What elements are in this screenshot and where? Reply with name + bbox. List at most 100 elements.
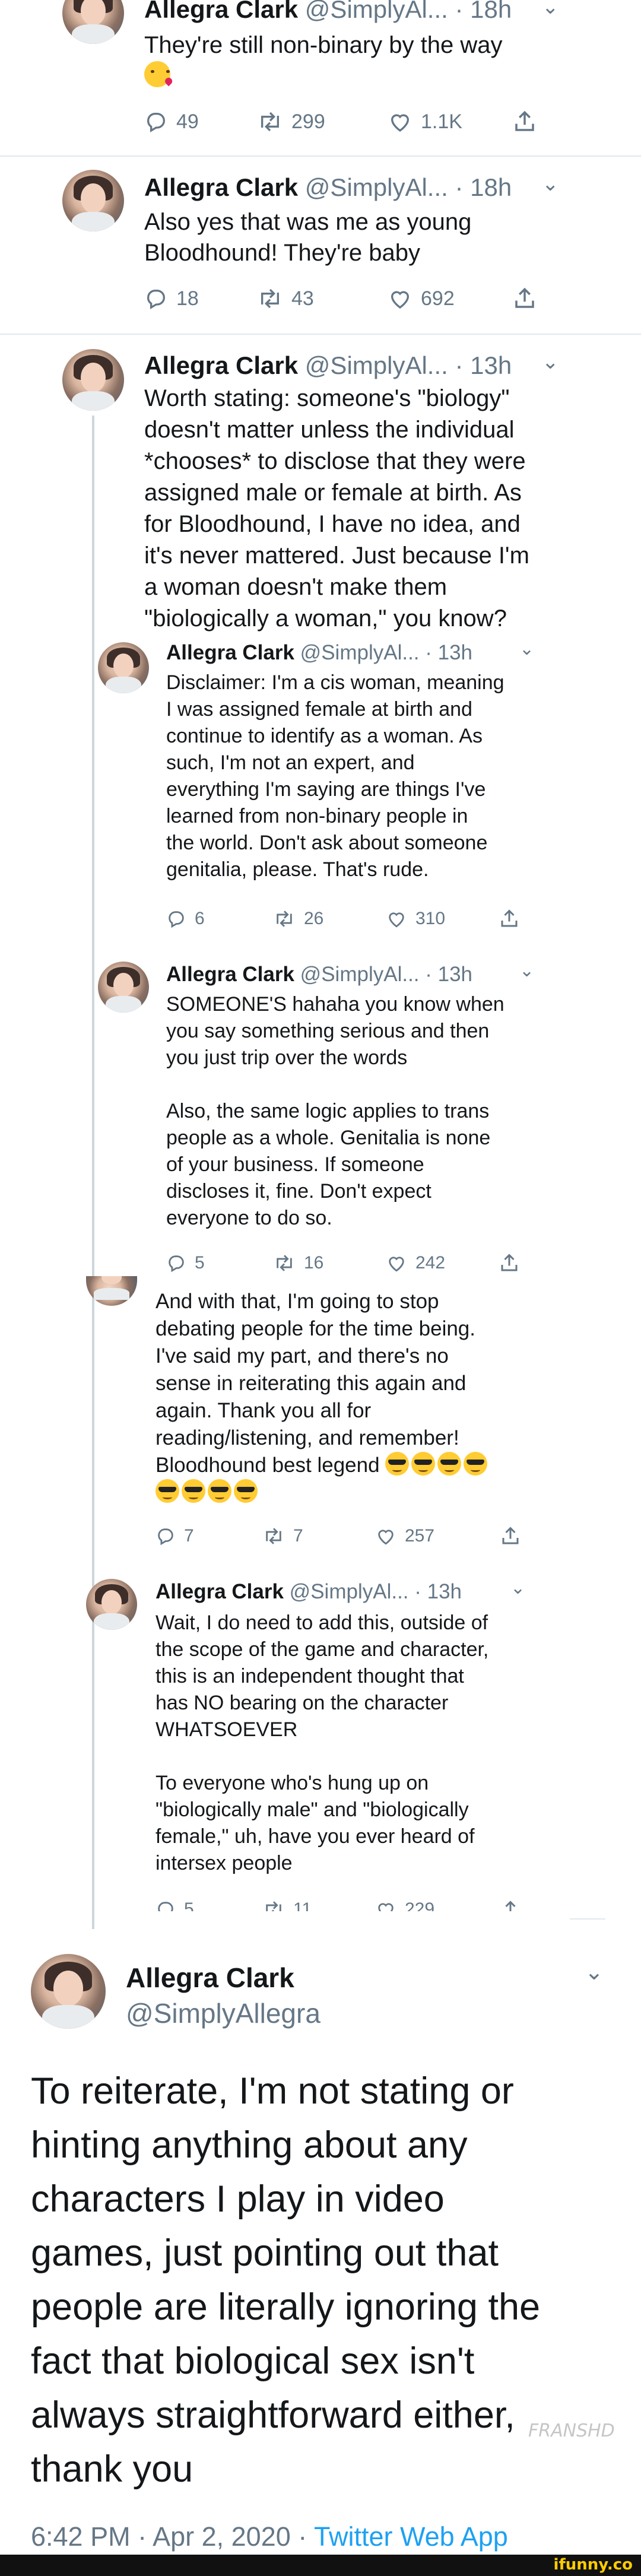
author-name[interactable]: Allegra Clark (144, 0, 298, 23)
author-handle[interactable]: @SimplyAl... (290, 1580, 409, 1603)
reply-button[interactable]: 5 (166, 1253, 273, 1273)
author-name[interactable]: Allegra Clark (144, 173, 298, 201)
like-button[interactable]: 1.1K (388, 110, 512, 134)
reply-count: 49 (176, 110, 199, 133)
avatar[interactable] (62, 349, 124, 411)
reply-icon (147, 113, 165, 132)
avatar[interactable] (31, 1954, 106, 2029)
tweet-text: Disclaimer: I'm a cis woman, meaning I w… (166, 671, 504, 881)
author-handle[interactable]: @SimplyAl... (305, 0, 448, 23)
reply-icon (169, 1255, 184, 1273)
avatar[interactable] (62, 0, 124, 44)
tweet-time[interactable]: · 13h (414, 1580, 462, 1603)
avatar[interactable] (98, 962, 149, 1013)
tweet-time[interactable]: · 13h (425, 641, 472, 664)
chevron-down-icon[interactable]: ⌄ (542, 172, 559, 196)
share-button[interactable] (500, 1899, 521, 1911)
avatar[interactable] (62, 170, 124, 231)
tweet-header: Allegra Clark @SimplyAl... · 18h (144, 173, 512, 202)
like-button[interactable]: 692 (388, 287, 512, 310)
reply-button[interactable]: 18 (144, 287, 257, 310)
share-icon (505, 1901, 516, 1911)
tweet-actions: 6 26 310 (166, 908, 520, 929)
author-name[interactable]: Allegra Clark (156, 1580, 284, 1603)
chevron-down-icon[interactable]: ⌄ (542, 0, 559, 19)
tweet-time[interactable]: · 18h (455, 0, 512, 23)
share-button[interactable] (512, 286, 537, 311)
author-name[interactable]: Allegra Clark (166, 641, 294, 664)
tweet-text: SOMEONE'S hahaha you know when you say s… (166, 993, 504, 1229)
retweet-icon (261, 288, 279, 309)
tweet-text: They're still non-binary by the way (144, 30, 502, 91)
avatar[interactable] (86, 1579, 137, 1630)
retweet-button[interactable]: 7 (262, 1526, 375, 1546)
share-button[interactable] (512, 109, 537, 134)
tweet-header: Allegra Clark @SimplyAl... · 13h (156, 1580, 462, 1604)
like-button[interactable]: 242 (386, 1253, 499, 1273)
retweet-button[interactable]: 299 (257, 110, 388, 134)
retweet-count: 299 (291, 110, 325, 133)
tweet-actions: 49 299 1.1K (144, 109, 537, 134)
retweet-icon (277, 911, 292, 927)
reply-icon (158, 1528, 173, 1546)
tweet-time[interactable]: · 13h (455, 351, 512, 379)
chevron-down-icon[interactable]: ⌄ (542, 350, 559, 374)
like-button[interactable]: 257 (375, 1526, 500, 1546)
like-count: 1.1K (421, 110, 462, 133)
chevron-down-icon[interactable]: ⌄ (519, 639, 534, 659)
avatar[interactable] (98, 642, 149, 693)
reply-count: 6 (195, 909, 205, 928)
author-handle[interactable]: @SimplyAl... (305, 351, 448, 379)
sunglasses-emoji (411, 1452, 436, 1476)
retweet-count: 16 (304, 1253, 324, 1273)
share-icon (515, 110, 534, 131)
retweet-icon (277, 1255, 292, 1271)
reply-button[interactable]: 49 (144, 110, 257, 134)
watermark: FRANSHD (528, 2420, 615, 2441)
retweet-button[interactable]: 26 (273, 909, 386, 929)
share-icon (502, 1527, 519, 1544)
tweet-timestamp[interactable]: 6:42 PM · Apr 2, 2020 · (31, 2521, 307, 2552)
share-button[interactable] (500, 1525, 521, 1547)
like-button[interactable]: 229 (375, 1899, 500, 1911)
author-handle[interactable]: @SimplyAllegra (126, 1997, 320, 2029)
tweet-text: And with that, I'm going to stop debatin… (156, 1288, 488, 1506)
like-count: 692 (421, 287, 455, 310)
tweet-time[interactable]: · 18h (455, 173, 512, 201)
retweet-icon (266, 1901, 281, 1911)
site-logo[interactable]: ifunny.co (554, 2556, 633, 2574)
heart-icon (378, 1530, 394, 1545)
author-handle[interactable]: @SimplyAl... (305, 173, 448, 201)
heart-icon (378, 1903, 394, 1911)
tweet-header: Allegra Clark @SimplyAl... · 13h (166, 963, 472, 986)
author-handle[interactable]: @SimplyAl... (300, 641, 420, 664)
share-icon (501, 1254, 518, 1271)
retweet-button[interactable]: 16 (273, 1253, 386, 1273)
retweet-count: 26 (304, 909, 324, 928)
like-count: 310 (415, 909, 446, 928)
main-author: Allegra Clark @SimplyAllegra (126, 1962, 320, 2029)
tweet-time[interactable]: · 13h (425, 963, 472, 986)
sunglasses-emoji (208, 1479, 231, 1503)
like-count: 229 (405, 1899, 435, 1911)
source-link[interactable]: Twitter Web App (314, 2521, 508, 2552)
author-handle[interactable]: @SimplyAl... (300, 963, 420, 986)
share-icon (501, 909, 518, 927)
reply-button[interactable]: 5 (156, 1899, 262, 1911)
chevron-down-icon[interactable]: ⌄ (519, 960, 534, 981)
retweet-button[interactable]: 43 (257, 287, 388, 310)
heart-icon (391, 291, 410, 309)
sunglasses-emoji (156, 1479, 179, 1503)
author-name[interactable]: Allegra Clark (126, 1962, 320, 1994)
share-button[interactable] (499, 1252, 520, 1274)
retweet-button[interactable]: 11 (262, 1899, 375, 1911)
author-name[interactable]: Allegra Clark (144, 351, 298, 379)
like-button[interactable]: 310 (386, 909, 499, 929)
author-name[interactable]: Allegra Clark (166, 963, 294, 986)
chevron-down-icon[interactable]: ⌄ (510, 1578, 525, 1598)
reply-button[interactable]: 6 (166, 909, 273, 929)
reply-button[interactable]: 7 (156, 1526, 262, 1546)
share-button[interactable] (499, 908, 520, 929)
chevron-down-icon[interactable]: ⌄ (585, 1959, 604, 1985)
sunglasses-emoji (385, 1452, 410, 1476)
